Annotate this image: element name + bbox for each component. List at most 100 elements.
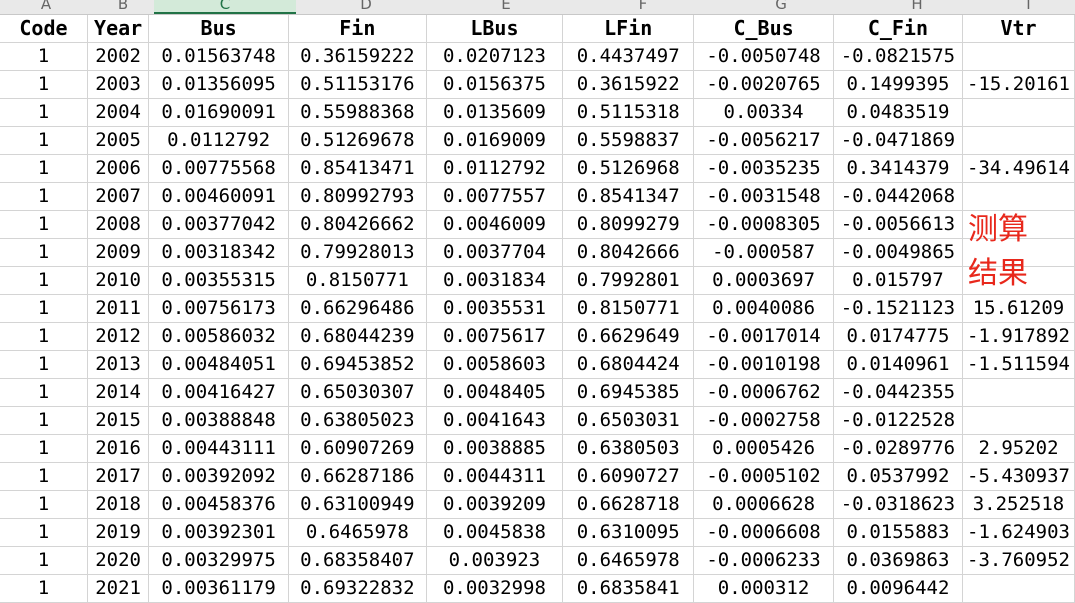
cell[interactable]: -0.0017014 (693, 322, 834, 351)
cell[interactable]: 0.6310095 (562, 518, 695, 547)
cell[interactable]: 0.0207123 (426, 42, 564, 71)
cell[interactable]: 2015 (87, 406, 150, 435)
cell[interactable]: 0.00318342 (148, 238, 289, 267)
cell[interactable]: 0.80992793 (288, 182, 427, 211)
cell[interactable]: 0.6090727 (562, 462, 695, 491)
cell[interactable]: -0.0020765 (693, 70, 834, 99)
cell[interactable]: 0.003923 (426, 546, 564, 575)
cell[interactable]: 0.8099279 (562, 210, 695, 239)
cell[interactable]: 0.5115318 (562, 98, 695, 127)
cell[interactable]: 0.6465978 (562, 546, 695, 575)
cell[interactable]: 0.0039209 (426, 490, 564, 519)
cell[interactable]: 2008 (87, 210, 150, 239)
cell[interactable]: 1 (0, 42, 88, 71)
cell[interactable]: 0.0174775 (833, 322, 964, 351)
cell[interactable]: 1 (0, 518, 88, 547)
cell[interactable]: 0.0075617 (426, 322, 564, 351)
cell[interactable]: 0.51269678 (288, 126, 427, 155)
cell[interactable]: 0.1499395 (833, 70, 964, 99)
cell[interactable]: -0.0050748 (693, 42, 834, 71)
cell[interactable]: 2016 (87, 434, 150, 463)
cell[interactable]: 2004 (87, 98, 150, 127)
cell[interactable]: 0.0112792 (148, 126, 289, 155)
cell[interactable]: 0.79928013 (288, 238, 427, 267)
cell[interactable]: 0.8150771 (562, 294, 695, 323)
cell[interactable]: 2010 (87, 266, 150, 295)
cell[interactable]: 2019 (87, 518, 150, 547)
cell[interactable]: -0.0289776 (833, 434, 964, 463)
cell[interactable]: 0.6804424 (562, 350, 695, 379)
cell[interactable]: 0.00443111 (148, 434, 289, 463)
cell[interactable]: 0.69453852 (288, 350, 427, 379)
cell[interactable]: 0.3414379 (833, 154, 964, 183)
cell[interactable]: 0.0005426 (693, 434, 834, 463)
cell[interactable]: 0.00377042 (148, 210, 289, 239)
cell[interactable]: 1 (0, 98, 88, 127)
cell[interactable]: 1 (0, 350, 88, 379)
column-letter-c[interactable]: C (154, 0, 296, 14)
cell[interactable]: -0.0821575 (833, 42, 964, 71)
cell[interactable]: 1 (0, 294, 88, 323)
cell[interactable]: 0.66296486 (288, 294, 427, 323)
cell[interactable]: -1.624903 (962, 518, 1075, 547)
header-cell-fin[interactable]: Fin (288, 15, 427, 43)
cell[interactable]: -0.0049865 (833, 238, 964, 267)
cell[interactable]: 0.00460091 (148, 182, 289, 211)
cell[interactable]: 1 (0, 490, 88, 519)
cell[interactable]: 0.6629649 (562, 322, 695, 351)
cell[interactable]: 0.0156375 (426, 70, 564, 99)
cell[interactable] (962, 182, 1075, 211)
cell[interactable]: 0.00392092 (148, 462, 289, 491)
cell[interactable]: 1 (0, 322, 88, 351)
cell[interactable]: 0.0483519 (833, 98, 964, 127)
column-letter-h[interactable]: H (852, 0, 982, 14)
cell[interactable]: 0.63100949 (288, 490, 427, 519)
cell[interactable]: 0.0140961 (833, 350, 964, 379)
header-cell-c-fin[interactable]: C_Fin (833, 15, 964, 43)
cell[interactable]: 0.00392301 (148, 518, 289, 547)
column-letter-i[interactable]: I (982, 0, 1075, 14)
cell[interactable]: 0.00361179 (148, 574, 289, 603)
cell[interactable]: 2014 (87, 378, 150, 407)
column-letter-f[interactable]: F (576, 0, 710, 14)
cell[interactable]: 0.0077557 (426, 182, 564, 211)
cell[interactable]: 0.8541347 (562, 182, 695, 211)
cell[interactable] (962, 126, 1075, 155)
cell[interactable]: 0.01690091 (148, 98, 289, 127)
cell[interactable]: -0.0442068 (833, 182, 964, 211)
cell[interactable]: 0.0058603 (426, 350, 564, 379)
cell[interactable]: -0.0442355 (833, 378, 964, 407)
cell[interactable]: 0.60907269 (288, 434, 427, 463)
cell[interactable]: 0.0155883 (833, 518, 964, 547)
cell[interactable]: 0.0041643 (426, 406, 564, 435)
column-letter-e[interactable]: E (436, 0, 576, 14)
cell[interactable]: -5.430937 (962, 462, 1075, 491)
cell[interactable]: 1 (0, 126, 88, 155)
cell[interactable]: 0.7992801 (562, 266, 695, 295)
cell[interactable]: -0.0005102 (693, 462, 834, 491)
cell[interactable]: -1.511594 (962, 350, 1075, 379)
cell[interactable]: 0.00586032 (148, 322, 289, 351)
cell[interactable]: 0.6380503 (562, 434, 695, 463)
cell[interactable]: 0.0032998 (426, 574, 564, 603)
cell[interactable]: 0.3615922 (562, 70, 695, 99)
cell[interactable] (962, 406, 1075, 435)
column-letter-b[interactable]: B (92, 0, 154, 14)
cell[interactable]: -0.0056217 (693, 126, 834, 155)
header-cell-c-bus[interactable]: C_Bus (693, 15, 834, 43)
cell[interactable]: 1 (0, 70, 88, 99)
cell[interactable]: 0.68358407 (288, 546, 427, 575)
cell[interactable]: -0.1521123 (833, 294, 964, 323)
cell[interactable]: 2006 (87, 154, 150, 183)
cell[interactable]: 2.95202 (962, 434, 1075, 463)
cell[interactable]: 1 (0, 210, 88, 239)
cell[interactable]: 2003 (87, 70, 150, 99)
cell[interactable]: 0.0040086 (693, 294, 834, 323)
column-letter-a[interactable]: A (0, 0, 92, 14)
cell[interactable]: -0.0008305 (693, 210, 834, 239)
cell[interactable]: 2011 (87, 294, 150, 323)
cell[interactable]: 0.00388848 (148, 406, 289, 435)
cell[interactable]: -0.0002758 (693, 406, 834, 435)
cell[interactable]: -1.917892 (962, 322, 1075, 351)
cell[interactable] (962, 98, 1075, 127)
